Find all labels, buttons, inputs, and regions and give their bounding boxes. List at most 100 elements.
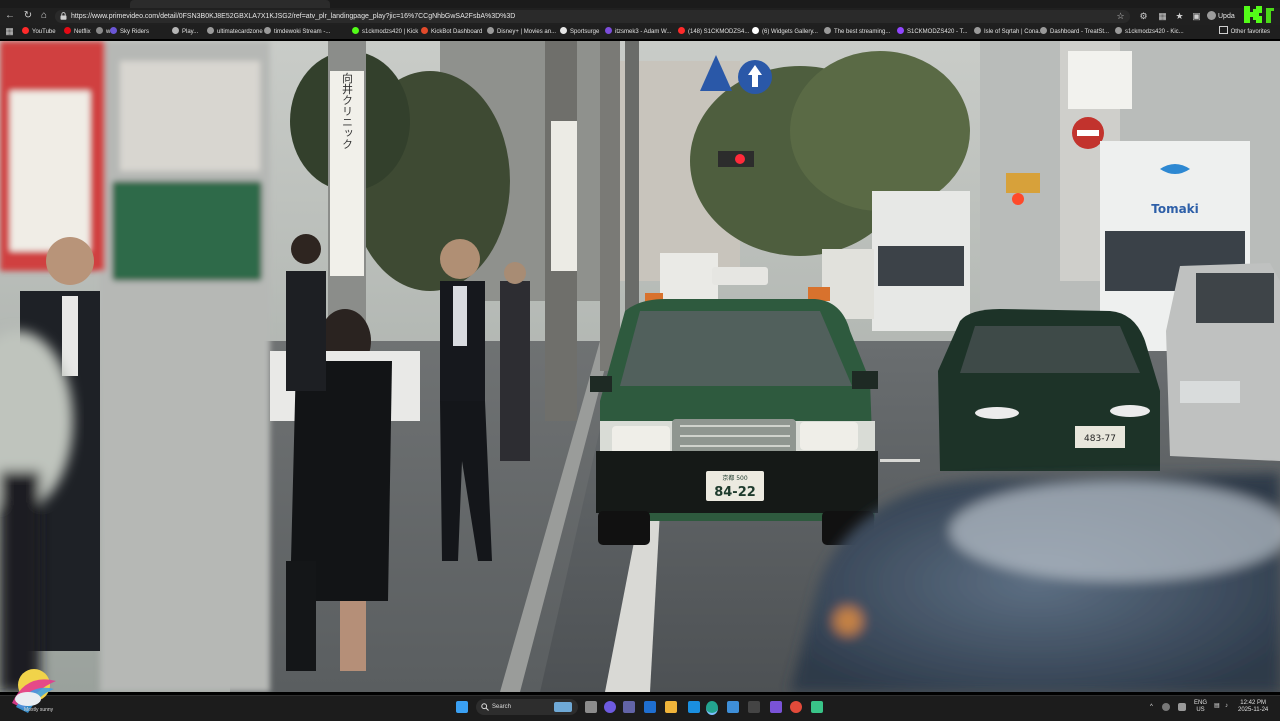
bookmark-favicon-icon bbox=[752, 27, 759, 34]
bookmark-favicon-icon bbox=[207, 27, 214, 34]
bookmark-label: YouTube bbox=[32, 29, 56, 35]
bookmark-item[interactable]: ultimatecardzone ... bbox=[207, 25, 269, 39]
back-icon[interactable]: ← bbox=[4, 10, 16, 22]
taxi: 京都 500 84-22 bbox=[590, 267, 878, 545]
bookmark-favicon-icon bbox=[352, 27, 359, 34]
tray-icon-1[interactable] bbox=[1162, 703, 1170, 711]
bookmark-label: KickBot Dashboard bbox=[431, 29, 483, 35]
bookmark-item[interactable]: KickBot Dashboard bbox=[421, 25, 482, 39]
bookmark-item[interactable]: S1CKMODZS420 - T... bbox=[897, 25, 968, 39]
task-view-icon[interactable] bbox=[585, 701, 597, 713]
copilot-icon[interactable] bbox=[604, 701, 616, 713]
video-scene: 向井クリニック Tomaki 483-77 京都 500 84-22 bbox=[0, 41, 1280, 692]
profile-avatar[interactable] bbox=[1206, 11, 1217, 22]
volume-icon[interactable]: ♪ bbox=[1225, 703, 1228, 710]
bookmark-label: s1ckmodzs420 | Kick bbox=[362, 29, 419, 35]
other-favorites[interactable]: Other favorites bbox=[1218, 25, 1270, 39]
photos-icon[interactable] bbox=[727, 701, 739, 713]
bookmark-item[interactable]: Sportsurge bbox=[560, 25, 599, 39]
taxi-plate-top: 京都 500 bbox=[722, 474, 748, 482]
extensions-icon[interactable]: ⚙ bbox=[1138, 11, 1149, 22]
bookmark-label: Play... bbox=[182, 29, 199, 35]
bookmark-item[interactable]: YouTube bbox=[22, 25, 56, 39]
language-indicator[interactable]: ENG US bbox=[1194, 700, 1207, 714]
bookmark-item[interactable]: Disney+ | Movies an... bbox=[487, 25, 556, 39]
bookmark-item[interactable]: s1ckmodzs420 | Kick bbox=[352, 25, 418, 39]
bookmark-favicon-icon bbox=[487, 27, 494, 34]
bookmark-label: Disney+ | Movies an... bbox=[497, 29, 557, 35]
update-button[interactable]: Upda bbox=[1218, 11, 1235, 22]
start-button[interactable] bbox=[456, 701, 468, 713]
bookmark-item[interactable]: itzsmek3 - Adam W... bbox=[605, 25, 671, 39]
collections-icon[interactable]: ▣ bbox=[1191, 11, 1202, 22]
bookmark-label: Sky Riders bbox=[120, 29, 150, 35]
network-icon[interactable]: ▤ bbox=[1214, 703, 1220, 710]
clock-time: 12:42 PM bbox=[1240, 700, 1266, 706]
bookmark-favicon-icon bbox=[824, 27, 831, 34]
bookmark-item[interactable]: The best streaming... bbox=[824, 25, 890, 39]
files-icon[interactable] bbox=[665, 701, 677, 713]
mail-icon[interactable] bbox=[688, 701, 700, 713]
bookmark-item[interactable]: Dashboard - TreatSt... bbox=[1040, 25, 1109, 39]
address-bar-row: ← ↻ ⌂ https://www.primevideo.com/detail/… bbox=[0, 8, 1280, 25]
taskbar bbox=[0, 695, 1280, 721]
clock[interactable]: 12:42 PM 2025-11-24 bbox=[1238, 700, 1268, 714]
truck-brand: Tomaki bbox=[1151, 202, 1199, 216]
taxi-plate: 84-22 bbox=[714, 485, 756, 500]
apps-icon[interactable]: ▦ bbox=[4, 26, 15, 37]
bookmark-item[interactable]: Sky Riders bbox=[110, 25, 149, 39]
bookmark-favicon-icon bbox=[172, 27, 179, 34]
bookmark-favicon-icon bbox=[110, 27, 117, 34]
lock-icon bbox=[60, 12, 67, 20]
tab-strip bbox=[0, 0, 1280, 8]
refresh-icon[interactable]: ↻ bbox=[22, 10, 34, 22]
star-icon[interactable]: ☆ bbox=[1115, 11, 1126, 22]
tray-chevron-icon[interactable]: ^ bbox=[1150, 704, 1153, 711]
bookmark-label: timdewoki Stream -... bbox=[274, 29, 331, 35]
bookmark-item[interactable]: Play... bbox=[172, 25, 198, 39]
edge-icon[interactable] bbox=[706, 701, 718, 715]
bookmark-item[interactable]: Isle of Sqrtah | Cona... bbox=[974, 25, 1044, 39]
bookmark-item[interactable]: Netflix bbox=[64, 25, 91, 39]
video-frame[interactable]: 向井クリニック Tomaki 483-77 京都 500 84-22 bbox=[0, 41, 1280, 692]
bookmark-label: s1ckmodzs420 - Kic... bbox=[1125, 29, 1184, 35]
bookmark-label: Isle of Sqrtah | Cona... bbox=[984, 29, 1044, 35]
media-icon[interactable] bbox=[748, 701, 760, 713]
bookmark-favicon-icon bbox=[897, 27, 904, 34]
split-screen-icon[interactable]: ▦ bbox=[1157, 11, 1168, 22]
teams-icon[interactable] bbox=[623, 701, 635, 713]
bookmark-item[interactable]: (6) Widgets Gallery... bbox=[752, 25, 818, 39]
bookmark-favicon-icon bbox=[96, 27, 103, 34]
url-text: https://www.primevideo.com/detail/0FSN3B… bbox=[71, 13, 516, 20]
bookmark-item[interactable]: w bbox=[96, 25, 110, 39]
bookmark-label: The best streaming... bbox=[834, 29, 891, 35]
bookmark-label: Dashboard - TreatSt... bbox=[1050, 29, 1110, 35]
bookmark-favicon-icon bbox=[1115, 27, 1122, 34]
address-input[interactable]: https://www.primevideo.com/detail/0FSN3B… bbox=[55, 10, 1130, 23]
app-icon-green[interactable] bbox=[811, 701, 823, 713]
bookmark-favicon-icon bbox=[1040, 27, 1047, 34]
home-icon[interactable]: ⌂ bbox=[38, 10, 50, 22]
app-icon-purple[interactable] bbox=[770, 701, 782, 713]
bookmark-label: ultimatecardzone ... bbox=[217, 29, 270, 35]
bookmark-item[interactable]: (148) S1CKMODZS4... bbox=[678, 25, 749, 39]
car-plate: 483-77 bbox=[1084, 434, 1116, 444]
search-placeholder: Search bbox=[492, 704, 512, 710]
bookmark-label: Sportsurge bbox=[570, 29, 600, 35]
weather-text: Mostly sunny bbox=[24, 707, 54, 713]
search-box[interactable]: Search bbox=[476, 699, 578, 715]
favorites-icon[interactable]: ★ bbox=[1174, 11, 1185, 22]
bookmark-label: (148) S1CKMODZS4... bbox=[688, 29, 750, 35]
outlook-icon[interactable] bbox=[644, 701, 656, 713]
bookmark-label: S1CKMODZS420 - T... bbox=[907, 29, 968, 35]
bookmark-favicon-icon bbox=[64, 27, 71, 34]
bookmark-item[interactable]: timdewoki Stream -... bbox=[264, 25, 330, 39]
tray-icon-2[interactable] bbox=[1178, 703, 1186, 711]
lang-bottom: US bbox=[1196, 707, 1205, 713]
bookmark-item[interactable]: s1ckmodzs420 - Kic... bbox=[1115, 25, 1184, 39]
bookmark-label: Netflix bbox=[74, 29, 91, 35]
browser-tab[interactable] bbox=[130, 0, 330, 8]
clock-date: 2025-11-24 bbox=[1238, 707, 1269, 713]
chrome-icon[interactable] bbox=[790, 701, 802, 713]
lang-top: ENG bbox=[1194, 700, 1208, 706]
